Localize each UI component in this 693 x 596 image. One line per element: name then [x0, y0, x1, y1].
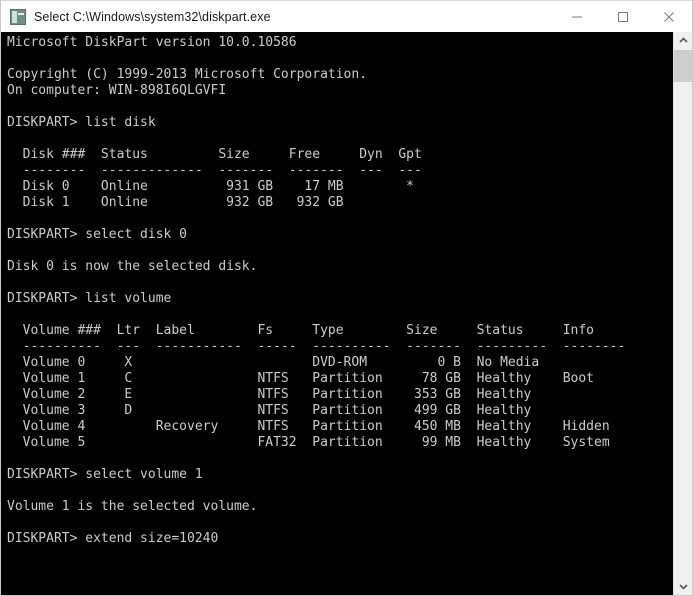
console-output-area[interactable]: Microsoft DiskPart version 10.0.10586 Co… [1, 32, 673, 595]
vertical-scrollbar[interactable] [673, 32, 692, 595]
window-controls [554, 1, 692, 32]
minimize-button[interactable] [554, 1, 600, 32]
chevron-up-icon[interactable] [674, 32, 692, 49]
console-text: Microsoft DiskPart version 10.0.10586 Co… [7, 35, 626, 546]
diskpart-console-window: Select C:\Windows\system32\diskpart.exe [0, 0, 693, 596]
chevron-down-icon[interactable] [674, 578, 692, 595]
maximize-button[interactable] [600, 1, 646, 32]
scrollbar-thumb[interactable] [674, 50, 692, 82]
console-icon [10, 8, 26, 25]
titlebar[interactable]: Select C:\Windows\system32\diskpart.exe [0, 0, 693, 32]
close-button[interactable] [646, 1, 692, 32]
window-title: Select C:\Windows\system32\diskpart.exe [34, 9, 271, 24]
